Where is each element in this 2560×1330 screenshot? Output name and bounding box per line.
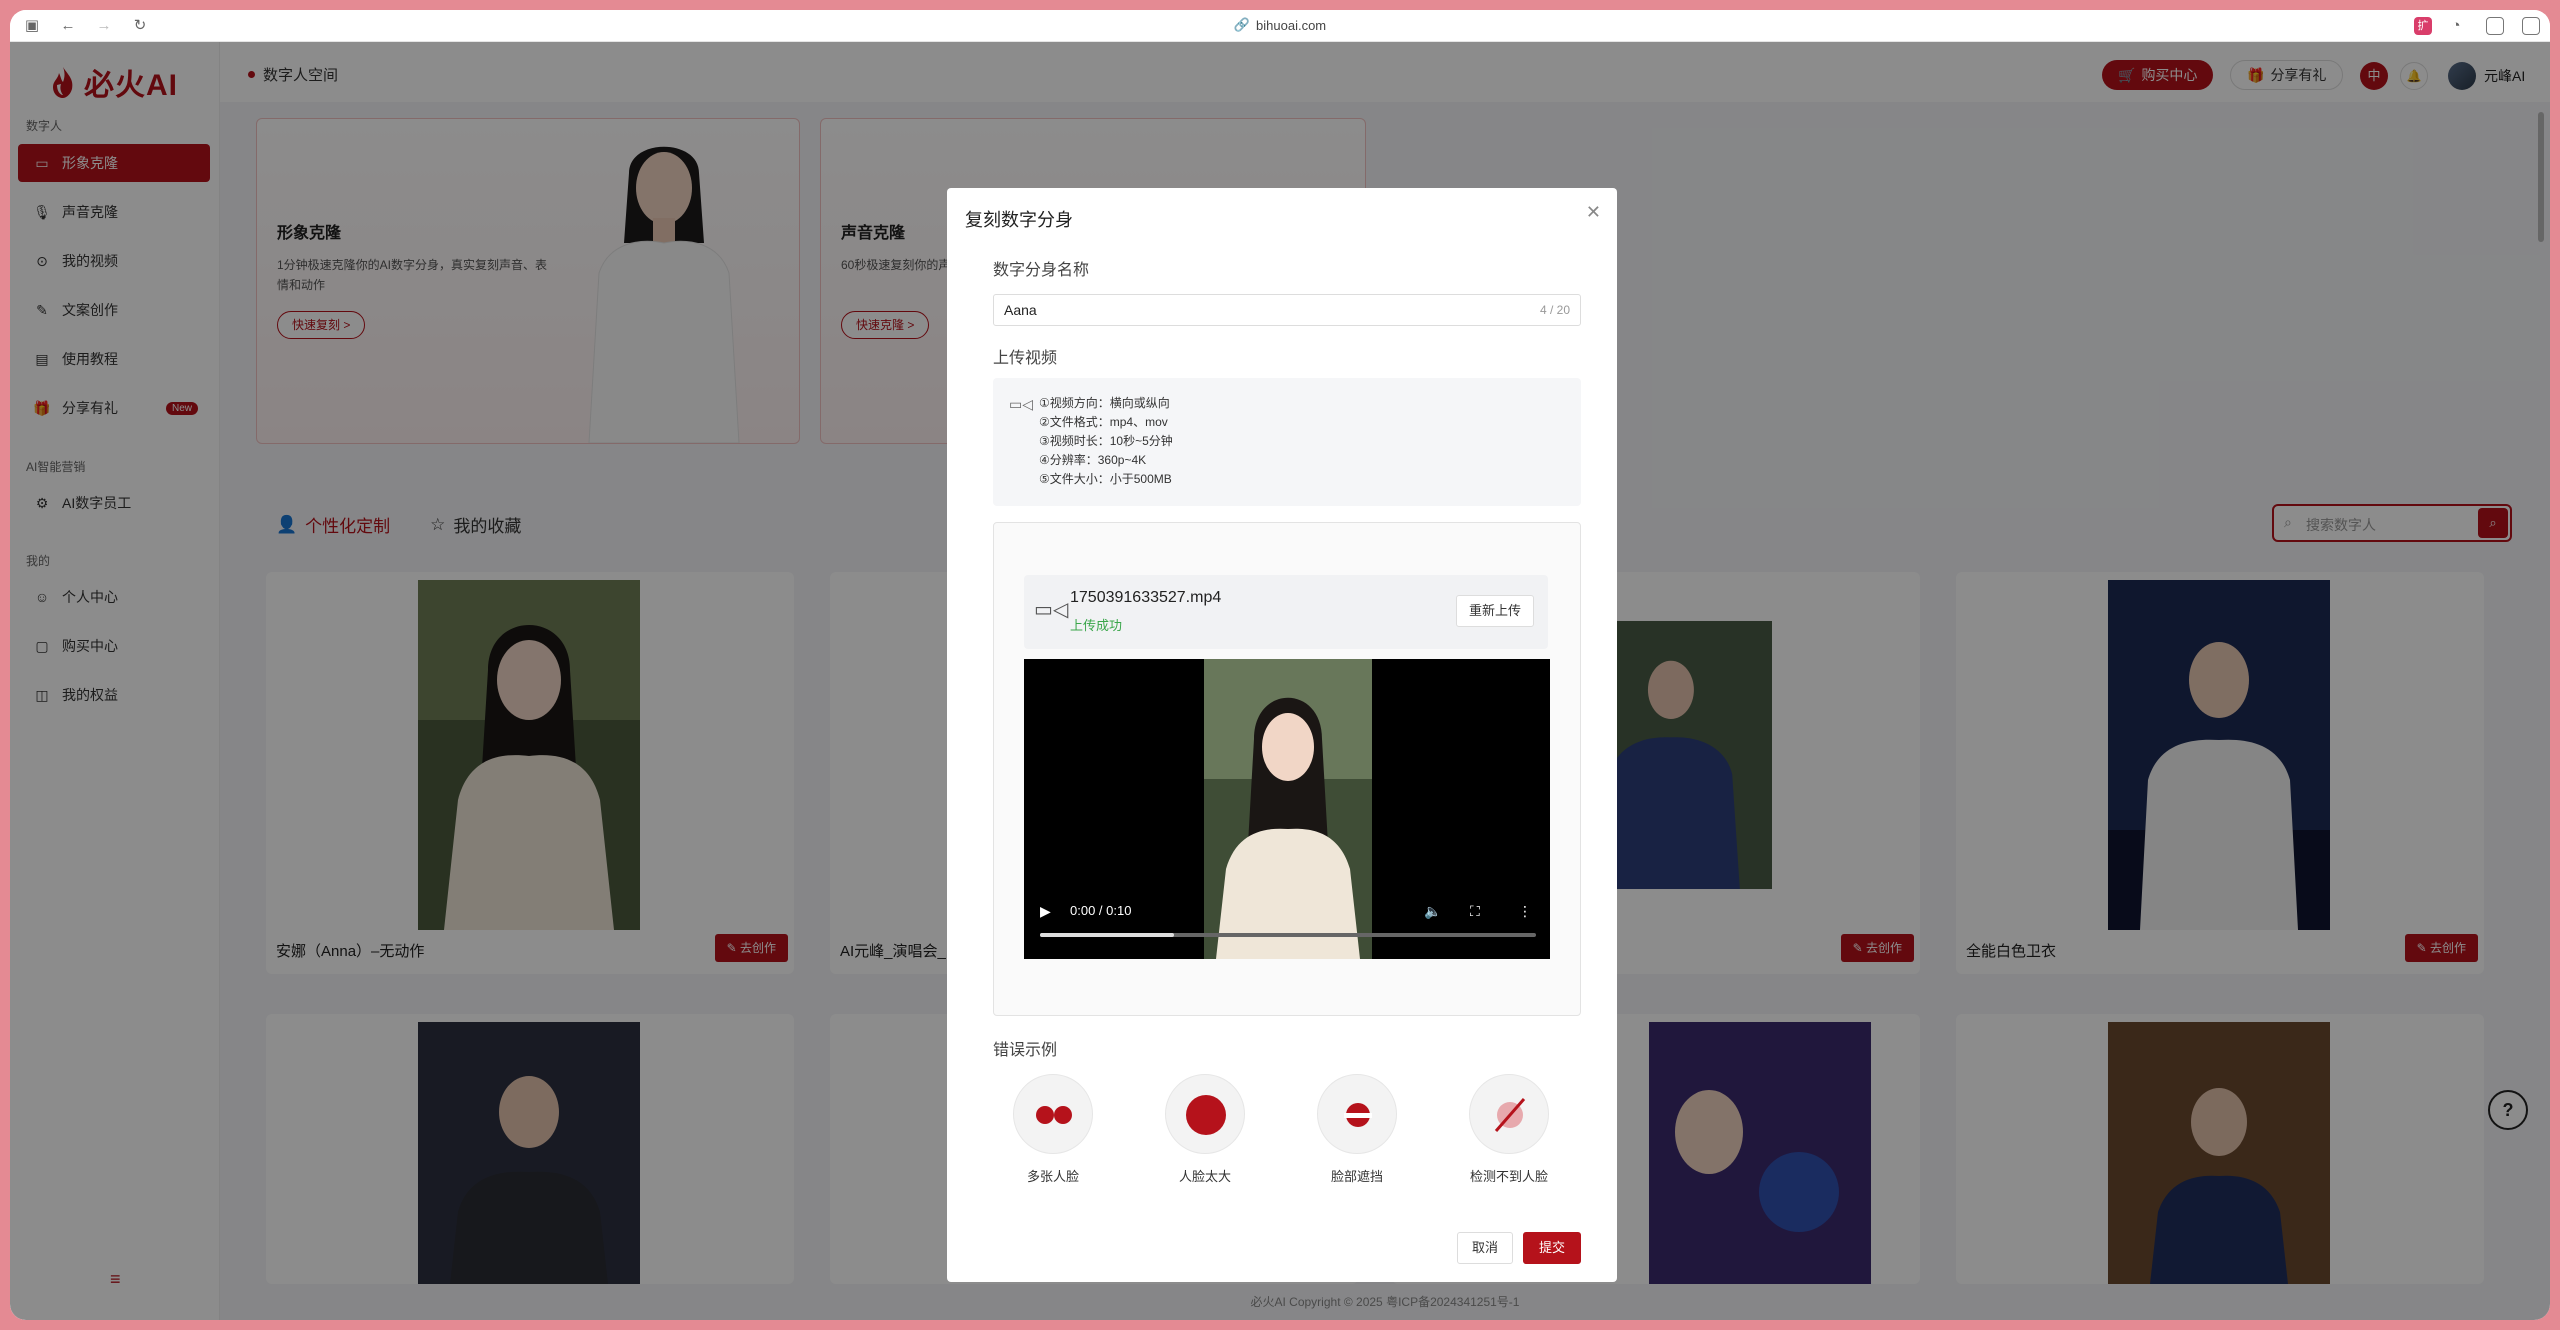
upload-label: 上传视频 xyxy=(993,350,1058,367)
no-face-icon xyxy=(1469,1074,1549,1154)
requirement-item: ⑤文件大小：小于500MB xyxy=(1039,472,1172,486)
error-caption: 人脸太大 xyxy=(1178,1169,1231,1184)
play-icon[interactable]: ▶ xyxy=(1040,903,1051,920)
modal-actions: 取消 提交 xyxy=(1456,1232,1581,1264)
video-file-icon: ▭◁ xyxy=(1034,599,1069,621)
requirement-item: ①视频方向：横向或纵向 xyxy=(1039,396,1170,410)
progress-fill xyxy=(1040,933,1174,937)
error-examples: 多张人脸 人脸太大 脸部遮挡 检测不到人脸 xyxy=(993,1074,1581,1204)
extension-icon[interactable]: 扩 xyxy=(2414,17,2432,35)
name-label: 数字分身名称 xyxy=(993,262,1090,279)
robot-ext-icon[interactable]: ◔ xyxy=(2446,16,2466,36)
multiple-faces-icon xyxy=(1013,1074,1093,1154)
volume-icon[interactable]: 🔈 xyxy=(1424,903,1441,920)
error-multiple-faces: 多张人脸 xyxy=(993,1074,1113,1185)
reupload-button[interactable]: 重新上传 xyxy=(1455,595,1534,627)
video-player[interactable]: ▶ 0:00 / 0:10 🔈 ⛶ ⋮ xyxy=(1024,659,1550,959)
more-options-icon[interactable]: ⋮ xyxy=(1518,903,1532,920)
avatar-name-input[interactable]: Aana 4 / 20 xyxy=(993,294,1581,326)
requirements-list: ①视频方向：横向或纵向 ②文件格式：mp4、mov ③视频时长：10秒~5分钟 … xyxy=(1039,394,1173,489)
upload-status: 上传成功 xyxy=(1070,618,1123,633)
close-icon[interactable]: ✕ xyxy=(1586,202,1601,223)
clone-modal: 复刻数字分身 ✕ 数字分身名称 Aana 4 / 20 上传视频 ▭◁ ①视频方… xyxy=(947,188,1617,1282)
progress-track[interactable] xyxy=(1040,933,1536,937)
submit-button[interactable]: 提交 xyxy=(1522,1232,1581,1264)
upload-area[interactable]: ▭◁ 1750391633527.mp4 上传成功 重新上传 ▶ 0:00 / … xyxy=(993,522,1581,1016)
requirement-item: ②文件格式：mp4、mov xyxy=(1039,415,1168,429)
uploaded-file: ▭◁ 1750391633527.mp4 上传成功 重新上传 xyxy=(1024,575,1548,649)
forward-icon[interactable]: → xyxy=(94,16,114,36)
video-requirements: ▭◁ ①视频方向：横向或纵向 ②文件格式：mp4、mov ③视频时长：10秒~5… xyxy=(993,378,1581,506)
error-face-too-large: 人脸太大 xyxy=(1145,1074,1265,1185)
large-face-icon xyxy=(1165,1074,1245,1154)
error-face-occluded: 脸部遮挡 xyxy=(1297,1074,1417,1185)
error-caption: 检测不到人脸 xyxy=(1469,1169,1548,1184)
browser-window: ▣ ← → ↻ 🔗 bihuoai.com 扩 ◔ 必火AI 数字人 ▭ 形象克… xyxy=(10,10,2550,1320)
error-caption: 多张人脸 xyxy=(1026,1169,1079,1184)
tabs-overview-icon[interactable] xyxy=(2522,17,2540,35)
error-examples-label: 错误示例 xyxy=(993,1042,1058,1059)
modal-title: 复刻数字分身 xyxy=(965,210,1073,230)
url-text: bihuoai.com xyxy=(1256,17,1327,33)
occluded-face-icon xyxy=(1317,1074,1397,1154)
browser-toolbar: ▣ ← → ↻ 🔗 bihuoai.com 扩 ◔ xyxy=(10,10,2550,42)
file-name: 1750391633527.mp4 xyxy=(1070,589,1222,606)
error-no-face: 检测不到人脸 xyxy=(1449,1074,1569,1185)
address-bar[interactable]: 🔗 bihuoai.com xyxy=(1234,17,1326,33)
link-icon: 🔗 xyxy=(1233,17,1251,32)
char-count: 4 / 20 xyxy=(1539,303,1570,317)
name-input-value: Aana xyxy=(1004,302,1037,318)
playback-time: 0:00 / 0:10 xyxy=(1070,903,1132,918)
sidebar-toggle-icon[interactable]: ▣ xyxy=(22,16,42,36)
back-icon[interactable]: ← xyxy=(58,16,78,36)
reload-icon[interactable]: ↻ xyxy=(130,16,150,36)
reader-icon[interactable] xyxy=(2486,17,2504,35)
video-camera-icon: ▭◁ xyxy=(1009,396,1033,412)
requirement-item: ③视频时长：10秒~5分钟 xyxy=(1039,434,1173,448)
fullscreen-icon[interactable]: ⛶ xyxy=(1470,903,1480,920)
video-frame xyxy=(1204,659,1372,959)
cancel-button[interactable]: 取消 xyxy=(1456,1232,1513,1264)
requirement-item: ④分辨率：360p~4K xyxy=(1039,453,1147,467)
error-caption: 脸部遮挡 xyxy=(1330,1169,1383,1184)
